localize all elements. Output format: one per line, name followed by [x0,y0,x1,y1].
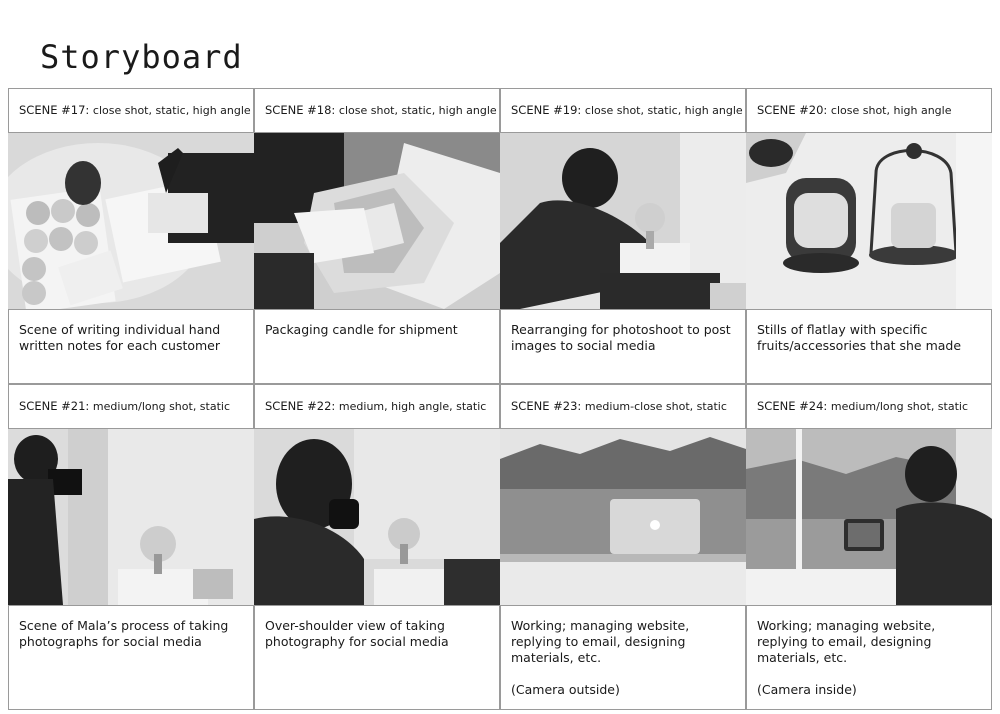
scene-caption: Over-shoulder view of taking photography… [254,605,500,710]
storyboard-row-2: SCENE #21: medium/long shot, static Scen… [8,384,993,710]
scene-image-laptop-outside [500,429,746,605]
scene-image-laptop-inside [746,429,992,605]
scene-shot: close shot, static, high angle [584,104,743,117]
scene-number: SCENE #21: [19,399,90,413]
scene-card-23: SCENE #23: medium-close shot, static Wor… [500,384,746,710]
scene-card-17: SCENE #17: close shot, static, high angl… [8,88,254,384]
scene-caption: Working; managing website, replying to e… [500,605,746,710]
scene-shot: medium/long shot, static [92,400,231,413]
scene-caption: Working; managing website, replying to e… [746,605,992,710]
scene-number: SCENE #20: [757,103,828,117]
scene-shot: medium, high angle, static [338,400,487,413]
scene-header: SCENE #19: close shot, static, high angl… [500,88,746,133]
scene-number: SCENE #22: [265,399,336,413]
storyboard-row-1: SCENE #17: close shot, static, high angl… [8,88,993,384]
scene-number: SCENE #24: [757,399,828,413]
scene-header: SCENE #17: close shot, static, high angl… [8,88,254,133]
scene-card-22: SCENE #22: medium, high angle, static Ov… [254,384,500,710]
scene-header: SCENE #21: medium/long shot, static [8,384,254,429]
scene-header: SCENE #20: close shot, high angle [746,88,992,133]
scene-card-20: SCENE #20: close shot, high angle Stills… [746,88,992,384]
scene-shot: medium-close shot, static [584,400,727,413]
scene-caption: Packaging candle for shipment [254,309,500,384]
scene-caption: Scene of Mala’s process of taking photog… [8,605,254,710]
scene-card-21: SCENE #21: medium/long shot, static Scen… [8,384,254,710]
scene-card-18: SCENE #18: close shot, static, high angl… [254,88,500,384]
scene-caption: Rearranging for photoshoot to post image… [500,309,746,384]
scene-image-rearranging-photoshoot [500,133,746,309]
scene-header: SCENE #23: medium-close shot, static [500,384,746,429]
scene-card-24: SCENE #24: medium/long shot, static Work… [746,384,992,710]
scene-number: SCENE #17: [19,103,90,117]
scene-shot: medium/long shot, static [830,400,969,413]
scene-shot: close shot, static, high angle [92,104,251,117]
scene-header: SCENE #22: medium, high angle, static [254,384,500,429]
scene-number: SCENE #18: [265,103,336,117]
scene-number: SCENE #19: [511,103,582,117]
page-title: Storyboard [40,38,243,76]
scene-image-packaging-candle [254,133,500,309]
scene-image-over-shoulder [254,429,500,605]
scene-caption: Scene of writing individual hand written… [8,309,254,384]
scene-number: SCENE #23: [511,399,582,413]
scene-card-19: SCENE #19: close shot, static, high angl… [500,88,746,384]
scene-image-writing-notes [8,133,254,309]
scene-header: SCENE #18: close shot, static, high angl… [254,88,500,133]
scene-shot: close shot, static, high angle [338,104,497,117]
scene-image-flatlay [746,133,992,309]
scene-caption: Stills of flatlay with specific fruits/a… [746,309,992,384]
scene-header: SCENE #24: medium/long shot, static [746,384,992,429]
scene-shot: close shot, high angle [830,104,952,117]
scene-image-taking-photographs [8,429,254,605]
